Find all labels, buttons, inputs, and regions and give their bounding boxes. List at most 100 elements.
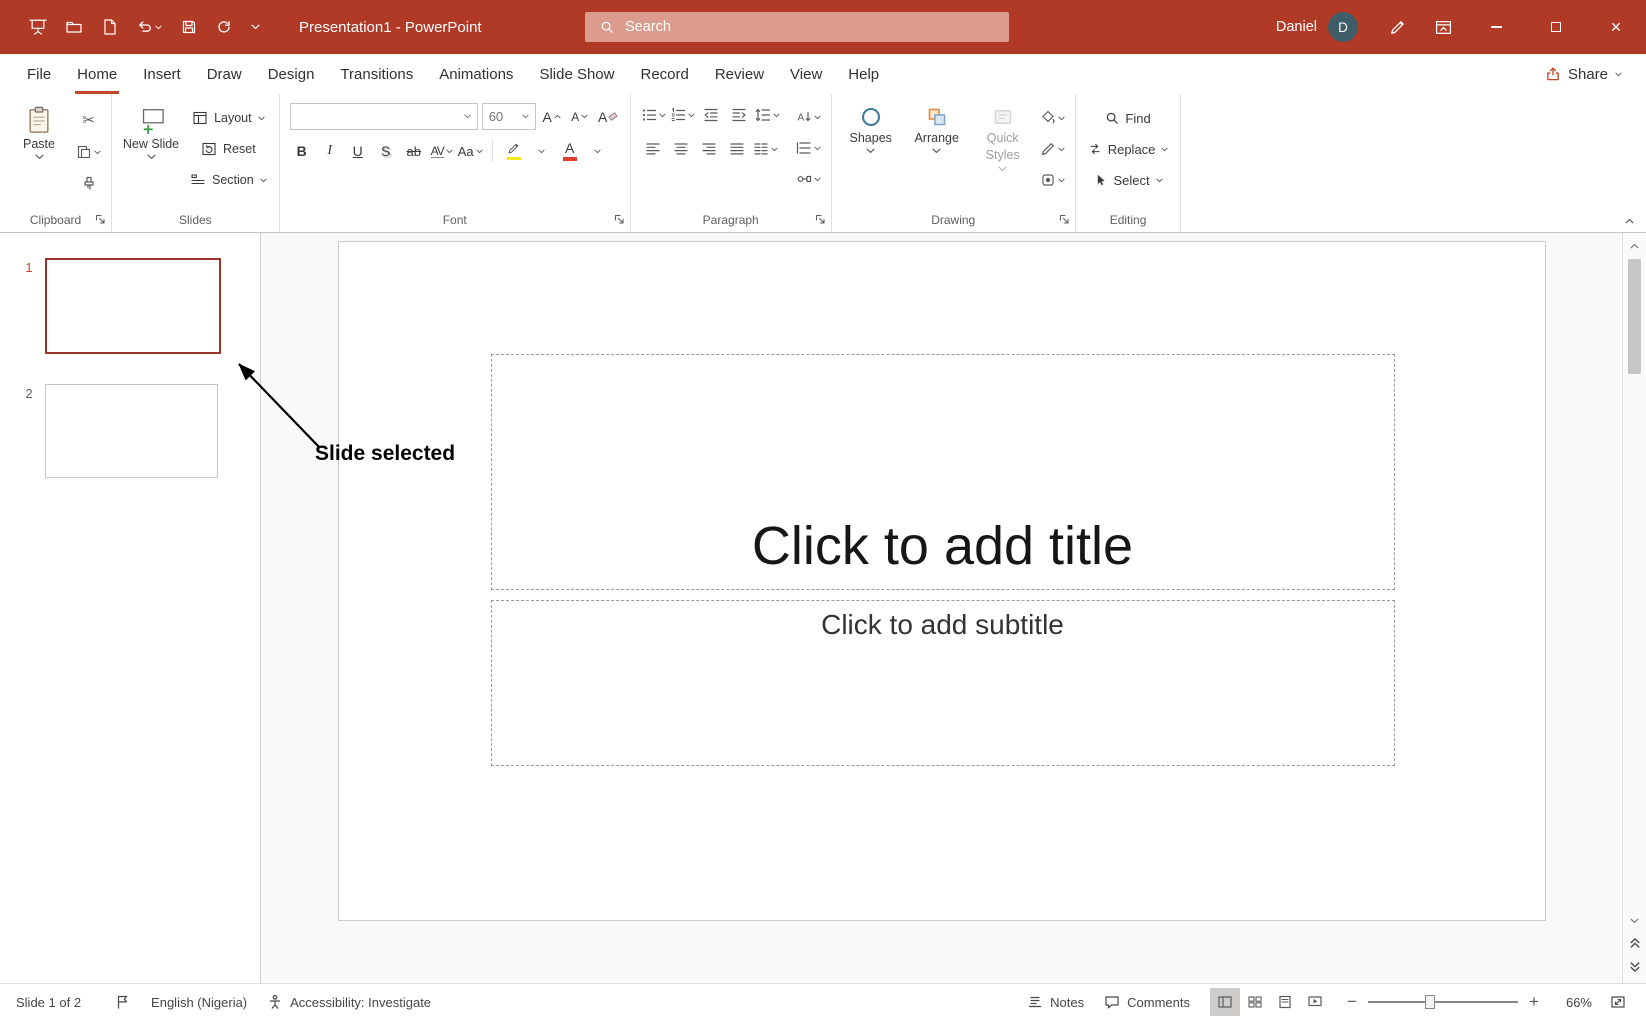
italic-button[interactable]: I xyxy=(318,139,342,163)
scroll-up-button[interactable] xyxy=(1623,236,1646,256)
avatar[interactable]: D xyxy=(1328,12,1358,42)
clipboard-dialog-launcher[interactable] xyxy=(94,213,106,225)
subtitle-placeholder[interactable]: Click to add subtitle xyxy=(490,600,1395,766)
slide-2-thumbnail[interactable] xyxy=(45,384,218,478)
search-box[interactable]: Search xyxy=(585,12,1009,42)
tab-record[interactable]: Record xyxy=(627,54,701,94)
reading-view-button[interactable] xyxy=(1270,988,1300,1016)
reset-button[interactable]: Reset xyxy=(188,137,269,161)
minimize-button[interactable] xyxy=(1466,0,1526,54)
tab-transitions[interactable]: Transitions xyxy=(327,54,426,94)
notes-button[interactable]: Notes xyxy=(1017,994,1094,1010)
font-dialog-launcher[interactable] xyxy=(613,213,625,225)
inking-button[interactable] xyxy=(1374,0,1420,54)
columns-button[interactable] xyxy=(753,137,778,161)
undo-button[interactable] xyxy=(131,14,167,40)
font-color-button[interactable]: A xyxy=(558,139,582,163)
next-slide-button[interactable] xyxy=(1623,955,1646,979)
strikethrough-button[interactable]: ab xyxy=(402,139,426,163)
shape-fill-button[interactable] xyxy=(1040,106,1065,130)
tab-file[interactable]: File xyxy=(14,54,64,94)
maximize-button[interactable] xyxy=(1526,0,1586,54)
tab-review[interactable]: Review xyxy=(702,54,777,94)
font-size-select[interactable]: 60 xyxy=(481,103,536,130)
font-name-select[interactable] xyxy=(289,103,478,130)
scroll-down-button[interactable] xyxy=(1623,911,1646,931)
open-button[interactable] xyxy=(61,14,87,40)
select-button[interactable]: Select xyxy=(1086,168,1171,192)
accessibility-button[interactable]: Accessibility: Investigate xyxy=(257,984,441,1020)
tab-animations[interactable]: Animations xyxy=(426,54,526,94)
tab-draw[interactable]: Draw xyxy=(194,54,255,94)
shape-outline-button[interactable] xyxy=(1040,137,1065,161)
decrease-indent-button[interactable] xyxy=(699,103,723,127)
close-button[interactable]: ✕ xyxy=(1586,0,1646,54)
replace-button[interactable]: Replace xyxy=(1086,137,1171,161)
cut-button[interactable]: ✂ xyxy=(76,108,101,132)
line-spacing-button[interactable] xyxy=(755,103,780,127)
tab-insert[interactable]: Insert xyxy=(130,54,194,94)
decrease-font-size-button[interactable]: A xyxy=(568,105,592,129)
drawing-dialog-launcher[interactable] xyxy=(1058,213,1070,225)
zoom-slider-thumb[interactable] xyxy=(1425,995,1435,1009)
ribbon-display-options-button[interactable] xyxy=(1420,0,1466,54)
bold-button[interactable]: B xyxy=(290,139,314,163)
increase-font-size-button[interactable]: A xyxy=(540,105,564,129)
change-case-button[interactable]: Aa xyxy=(458,139,483,163)
text-highlight-color-button[interactable] xyxy=(502,139,526,163)
convert-to-smartart-button[interactable] xyxy=(796,167,821,191)
align-left-button[interactable] xyxy=(641,137,665,161)
start-from-beginning-button[interactable] xyxy=(24,13,52,41)
language-button[interactable]: English (Nigeria) xyxy=(141,984,257,1020)
layout-button[interactable]: Layout xyxy=(188,106,269,130)
quick-styles-button[interactable]: Quick Styles xyxy=(974,103,1032,172)
underline-button[interactable]: U xyxy=(346,139,370,163)
tab-home[interactable]: Home xyxy=(64,54,130,94)
format-painter-button[interactable] xyxy=(76,172,101,196)
section-button[interactable]: Section xyxy=(188,168,269,192)
font-color-dropdown[interactable] xyxy=(586,139,610,163)
paragraph-dialog-launcher[interactable] xyxy=(814,213,826,225)
title-placeholder[interactable]: Click to add title xyxy=(490,354,1395,590)
collapse-ribbon-button[interactable] xyxy=(1625,218,1634,224)
redo-button[interactable] xyxy=(211,14,237,40)
status-flag-button[interactable] xyxy=(105,984,141,1020)
tab-view[interactable]: View xyxy=(777,54,835,94)
numbering-button[interactable] xyxy=(670,103,695,127)
zoom-in-button[interactable]: + xyxy=(1522,990,1546,1014)
zoom-level[interactable]: 66% xyxy=(1550,995,1592,1010)
copy-button[interactable] xyxy=(76,140,101,164)
increase-indent-button[interactable] xyxy=(727,103,751,127)
align-text-button[interactable] xyxy=(796,136,821,160)
text-shadow-button[interactable]: S xyxy=(374,139,398,163)
shapes-button[interactable]: Shapes xyxy=(842,103,900,154)
find-button[interactable]: Find xyxy=(1086,106,1171,130)
zoom-out-button[interactable]: − xyxy=(1340,990,1364,1014)
character-spacing-button[interactable]: AV xyxy=(430,139,454,163)
slide-editing-area[interactable]: Click to add title Click to add subtitle xyxy=(337,241,1546,921)
slide-sorter-view-button[interactable] xyxy=(1240,988,1270,1016)
shape-effects-button[interactable] xyxy=(1040,168,1065,192)
justify-button[interactable] xyxy=(725,137,749,161)
paste-button[interactable]: Paste xyxy=(10,103,68,160)
clear-formatting-button[interactable]: A xyxy=(596,105,620,129)
save-button[interactable] xyxy=(176,14,202,40)
previous-slide-button[interactable] xyxy=(1623,931,1646,955)
arrange-button[interactable]: Arrange xyxy=(908,103,966,154)
bullets-button[interactable] xyxy=(641,103,666,127)
tab-help[interactable]: Help xyxy=(835,54,892,94)
scrollbar-thumb[interactable] xyxy=(1628,259,1641,374)
text-direction-button[interactable] xyxy=(796,105,821,129)
share-button[interactable]: Share xyxy=(1521,54,1646,94)
zoom-slider[interactable] xyxy=(1368,990,1518,1014)
align-center-button[interactable] xyxy=(669,137,693,161)
comments-button[interactable]: Comments xyxy=(1094,994,1200,1010)
new-slide-button[interactable]: New Slide xyxy=(122,103,180,160)
customize-quick-access-button[interactable] xyxy=(246,19,265,35)
normal-view-button[interactable] xyxy=(1210,988,1240,1016)
text-highlight-dropdown[interactable] xyxy=(530,139,554,163)
tab-design[interactable]: Design xyxy=(255,54,328,94)
slide-1-thumbnail[interactable] xyxy=(45,258,221,354)
align-right-button[interactable] xyxy=(697,137,721,161)
fit-to-window-button[interactable] xyxy=(1600,994,1636,1010)
